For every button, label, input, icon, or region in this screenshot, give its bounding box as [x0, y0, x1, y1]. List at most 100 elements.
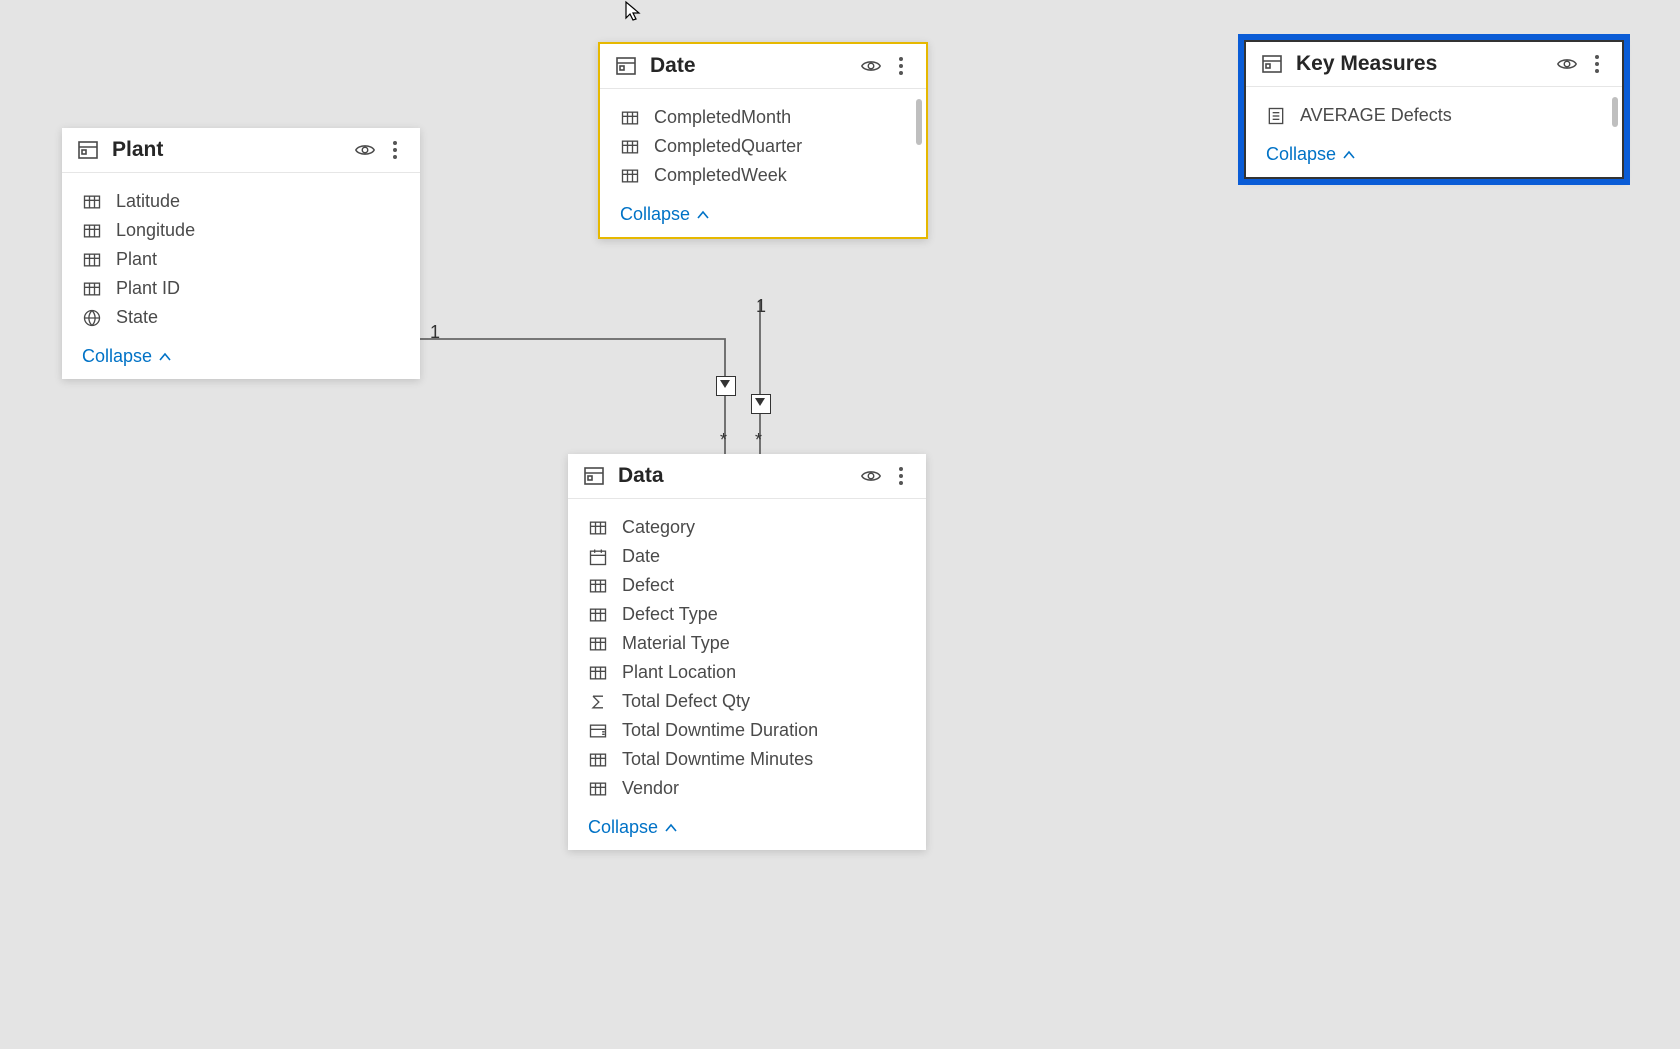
field-total-downtime-duration[interactable]: Total Downtime Duration — [568, 716, 926, 745]
cardinality-many: * — [720, 430, 727, 451]
field-list: Category Date Defect Defect Type Material Ty… — [568, 499, 926, 809]
field-label: AVERAGE Defects — [1300, 105, 1452, 126]
field-vendor[interactable]: Vendor — [568, 774, 926, 803]
field-material-type[interactable]: Material Type — [568, 629, 926, 658]
field-category[interactable]: Category — [568, 513, 926, 542]
field-label: CompletedMonth — [654, 107, 791, 128]
table-title: Data — [618, 464, 852, 488]
table-title: Key Measures — [1296, 52, 1548, 76]
table-header[interactable]: Plant — [62, 128, 420, 173]
measure-icon — [1266, 106, 1286, 126]
field-plant[interactable]: Plant — [62, 245, 420, 274]
chevron-up-icon — [158, 350, 172, 364]
field-total-downtime-minutes[interactable]: Total Downtime Minutes — [568, 745, 926, 774]
field-label: CompletedQuarter — [654, 136, 802, 157]
field-completedquarter[interactable]: CompletedQuarter — [600, 132, 926, 161]
column-icon — [82, 250, 102, 270]
column-icon — [588, 518, 608, 538]
column-icon — [82, 192, 102, 212]
globe-icon — [82, 308, 102, 328]
field-label: Total Downtime Duration — [622, 720, 818, 741]
date-icon — [588, 547, 608, 567]
column-icon — [620, 166, 640, 186]
cardinality-one: 1 — [756, 296, 766, 317]
column-icon — [82, 221, 102, 241]
visibility-icon[interactable] — [1556, 53, 1578, 75]
table-icon — [1260, 52, 1284, 76]
more-options-icon[interactable] — [890, 465, 912, 487]
table-title: Plant — [112, 138, 346, 162]
field-total-defect-qty[interactable]: Total Defect Qty — [568, 687, 926, 716]
collapse-button[interactable]: Collapse — [62, 338, 420, 379]
relationship-arrow-icon — [751, 394, 771, 414]
table-data[interactable]: Data Category Date Defect Defect Type Materi… — [568, 454, 926, 850]
column-icon — [588, 605, 608, 625]
field-longitude[interactable]: Longitude — [62, 216, 420, 245]
table-plant[interactable]: Plant Latitude Longitude Plant Plant ID Stat… — [62, 128, 420, 379]
visibility-icon[interactable] — [354, 139, 376, 161]
field-completedmonth[interactable]: CompletedMonth — [600, 103, 926, 132]
column-icon — [82, 279, 102, 299]
relationship-arrow-icon — [716, 376, 736, 396]
field-label: Defect — [622, 575, 674, 596]
field-plant-location[interactable]: Plant Location — [568, 658, 926, 687]
field-label: Vendor — [622, 778, 679, 799]
more-options-icon[interactable] — [1586, 53, 1608, 75]
column-icon — [620, 108, 640, 128]
field-list: Latitude Longitude Plant Plant ID State — [62, 173, 420, 338]
field-label: Longitude — [116, 220, 195, 241]
table-header[interactable]: Date — [600, 44, 926, 89]
column-icon — [588, 634, 608, 654]
field-state[interactable]: State — [62, 303, 420, 332]
table-icon — [76, 138, 100, 162]
table-icon — [614, 54, 638, 78]
field-plant-id[interactable]: Plant ID — [62, 274, 420, 303]
chevron-up-icon — [1342, 148, 1356, 162]
collapse-button[interactable]: Collapse — [600, 196, 926, 237]
field-label: Latitude — [116, 191, 180, 212]
chevron-up-icon — [664, 821, 678, 835]
hierarchy-icon — [588, 721, 608, 741]
field-label: Material Type — [622, 633, 730, 654]
table-title: Date — [650, 54, 852, 78]
table-icon — [582, 464, 606, 488]
field-label: Category — [622, 517, 695, 538]
table-header[interactable]: Key Measures — [1246, 42, 1622, 87]
field-label: Plant — [116, 249, 157, 270]
field-list: AVERAGE Defects — [1246, 87, 1622, 136]
field-defect[interactable]: Defect — [568, 571, 926, 600]
column-icon — [620, 137, 640, 157]
field-label: Defect Type — [622, 604, 718, 625]
field-completedweek[interactable]: CompletedWeek — [600, 161, 926, 190]
cardinality-one: 1 — [430, 322, 440, 343]
more-options-icon[interactable] — [890, 55, 912, 77]
field-label: CompletedWeek — [654, 165, 787, 186]
column-icon — [588, 779, 608, 799]
field-label: Total Defect Qty — [622, 691, 750, 712]
field-average-defects[interactable]: AVERAGE Defects — [1246, 101, 1622, 130]
scrollbar-thumb[interactable] — [1612, 97, 1618, 127]
column-icon — [588, 750, 608, 770]
scrollbar-thumb[interactable] — [916, 99, 922, 145]
table-header[interactable]: Data — [568, 454, 926, 499]
field-label: Plant ID — [116, 278, 180, 299]
more-options-icon[interactable] — [384, 139, 406, 161]
field-label: Plant Location — [622, 662, 736, 683]
table-date[interactable]: Date CompletedMonthCompletedQuarterCompl… — [598, 42, 928, 239]
sigma-icon — [588, 692, 608, 712]
field-latitude[interactable]: Latitude — [62, 187, 420, 216]
field-date[interactable]: Date — [568, 542, 926, 571]
collapse-button[interactable]: Collapse — [568, 809, 926, 850]
model-canvas[interactable]: 1 1 * * Plant LatitudeLongitudePlantPlan… — [0, 0, 1680, 1049]
chevron-up-icon — [696, 208, 710, 222]
visibility-icon[interactable] — [860, 55, 882, 77]
collapse-button[interactable]: Collapse — [1246, 136, 1622, 177]
table-key-measures[interactable]: Key Measures AVERAGE Defects Collapse — [1244, 40, 1624, 179]
field-label: Total Downtime Minutes — [622, 749, 813, 770]
field-label: State — [116, 307, 158, 328]
visibility-icon[interactable] — [860, 465, 882, 487]
column-icon — [588, 576, 608, 596]
field-defect-type[interactable]: Defect Type — [568, 600, 926, 629]
column-icon — [588, 663, 608, 683]
field-list: CompletedMonth CompletedQuarter CompletedW… — [600, 89, 926, 196]
